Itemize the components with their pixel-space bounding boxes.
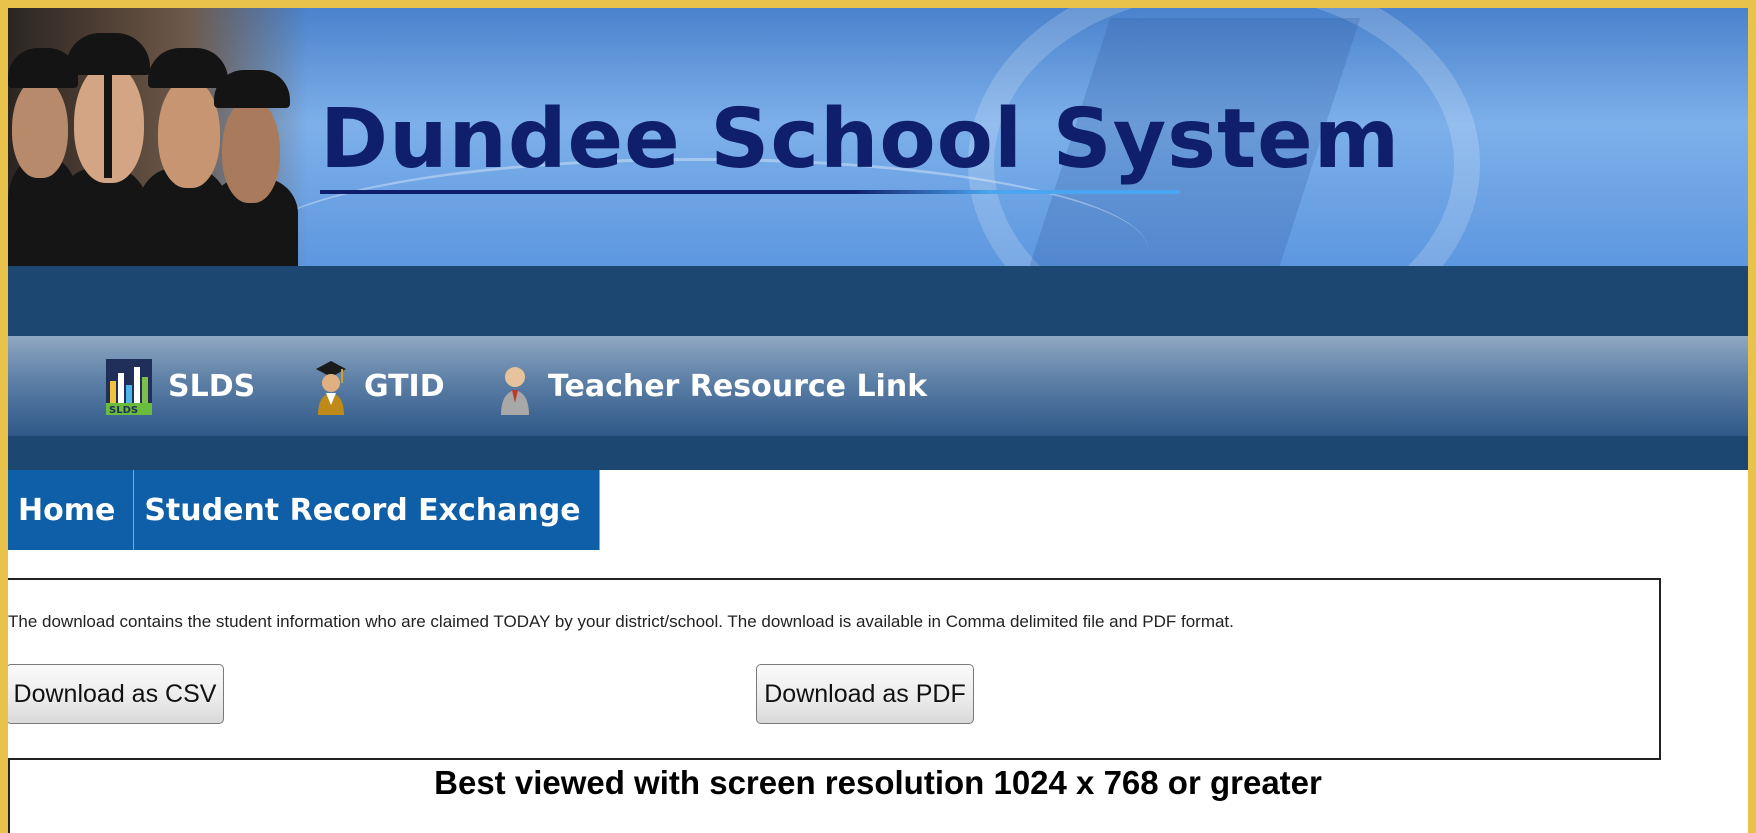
- download-csv-button[interactable]: Download as CSV: [8, 664, 224, 724]
- graduate-icon: [314, 353, 348, 419]
- nav-label-slds: SLDS: [168, 368, 256, 404]
- title-underline: [320, 190, 1180, 194]
- graduates-photo: [8, 8, 308, 266]
- tab-student-record-exchange[interactable]: Student Record Exchange: [134, 470, 600, 550]
- nav-item-slds[interactable]: SLDS SLDS: [106, 336, 255, 436]
- page-frame: Dundee School System SLDS SLDS GTID Teac…: [8, 8, 1748, 833]
- tab-home[interactable]: Home: [8, 470, 135, 550]
- teacher-icon: [498, 353, 532, 419]
- slds-icon: SLDS: [106, 353, 152, 419]
- download-info-text: The download contains the student inform…: [8, 612, 1234, 631]
- site-title: Dundee School System: [320, 92, 1401, 187]
- download-panel: The download contains the student inform…: [8, 578, 1661, 760]
- tab-bar: Home Student Record Exchange: [8, 470, 600, 550]
- nav-bottom-bar: [8, 436, 1748, 470]
- header-banner: Dundee School System: [8, 8, 1748, 266]
- resolution-note: Best viewed with screen resolution 1024 …: [434, 764, 1322, 801]
- svg-text:SLDS: SLDS: [109, 405, 138, 416]
- nav-label-teacher-resource-link: Teacher Resource Link: [548, 368, 928, 404]
- download-pdf-button[interactable]: Download as PDF: [756, 664, 974, 724]
- nav-item-gtid[interactable]: GTID: [314, 336, 445, 436]
- main-nav: SLDS SLDS GTID Teacher Resource Link: [8, 336, 1748, 436]
- nav-label-gtid: GTID: [364, 368, 445, 404]
- nav-item-teacher-resource-link[interactable]: Teacher Resource Link: [498, 336, 927, 436]
- header-dark-bar: [8, 266, 1748, 336]
